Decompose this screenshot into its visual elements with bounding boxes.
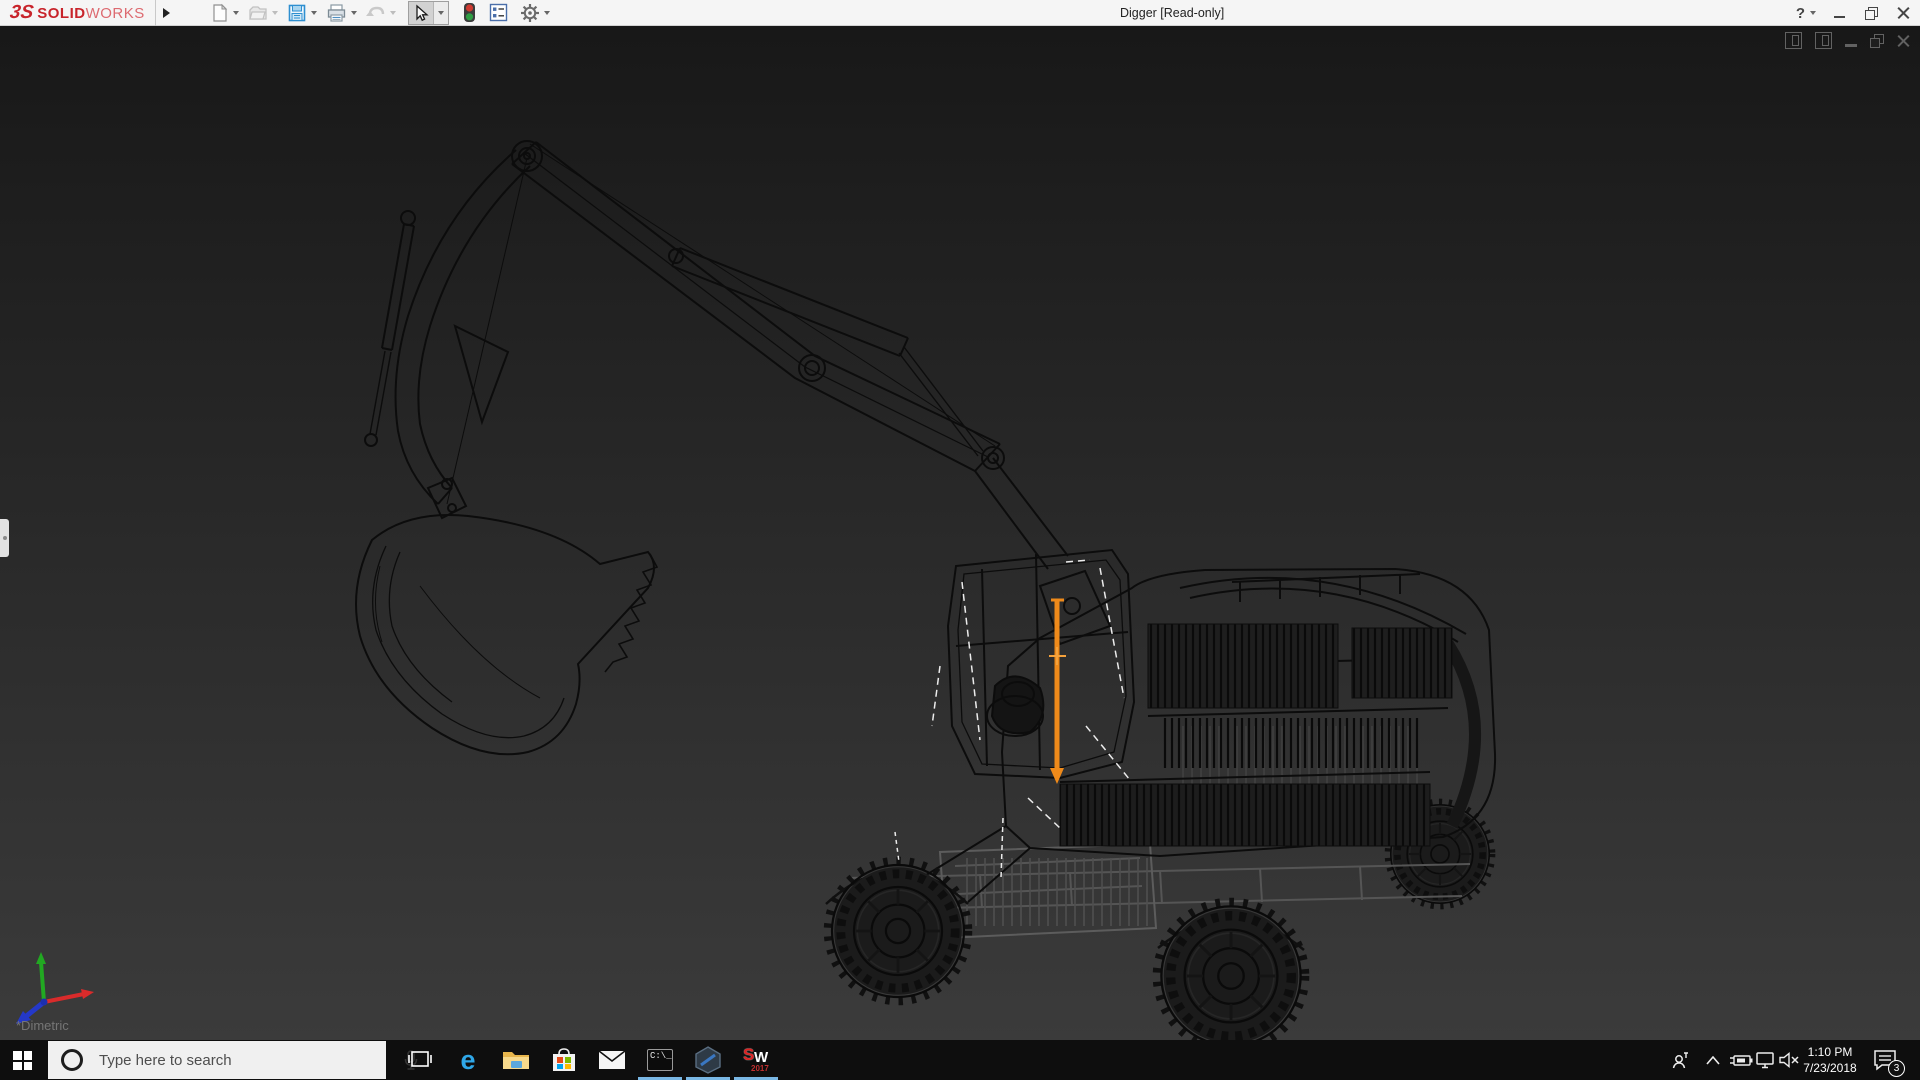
open-button[interactable] [248, 1, 278, 25]
edrawings-button[interactable] [692, 1044, 724, 1076]
undo-button[interactable] [366, 1, 396, 25]
restore-button[interactable] [1862, 4, 1880, 22]
view-orientation-label: *Dimetric [16, 1018, 69, 1033]
network-icon [1754, 1052, 1776, 1069]
power-status-button[interactable] [1728, 1040, 1754, 1080]
task-view-button[interactable] [404, 1044, 436, 1076]
undo-caret[interactable] [390, 11, 396, 15]
chevron-up-icon [1706, 1056, 1720, 1065]
menu-flyout-arrow[interactable] [163, 8, 170, 18]
close-button[interactable] [1894, 4, 1912, 22]
options-caret[interactable] [544, 11, 550, 15]
hidden-icons-button[interactable] [1702, 1040, 1724, 1080]
select-cursor-icon [412, 4, 430, 22]
excavator-wireframe [0, 26, 1920, 1040]
microsoft-store-icon [551, 1047, 577, 1073]
new-document-caret[interactable] [233, 11, 239, 15]
start-button[interactable] [13, 1051, 32, 1070]
tray-time: 1:10 PM [1798, 1044, 1862, 1060]
file-properties-icon [489, 3, 508, 22]
help-button[interactable]: ? [1796, 5, 1816, 22]
solidworks-logo: 3S SOLIDWORKS [10, 2, 145, 24]
rebuild-button[interactable] [463, 1, 476, 25]
cortana-icon [61, 1049, 83, 1071]
mail-icon [598, 1050, 626, 1070]
ds-mark: 3S [8, 2, 34, 24]
file-properties-button[interactable] [489, 1, 508, 25]
file-explorer-icon [502, 1048, 530, 1072]
search-input[interactable] [97, 1051, 331, 1070]
edge-button[interactable]: e [452, 1044, 484, 1076]
rebuild-traffic-light-icon [463, 2, 476, 23]
document-title: Digger [Read-only] [1120, 0, 1224, 26]
solidworks-window: 3S SOLIDWORKS [0, 0, 1920, 1080]
select-tool-caret[interactable] [433, 2, 448, 24]
network-button[interactable] [1752, 1040, 1778, 1080]
speaker-mute-icon [1778, 1052, 1800, 1068]
options-button[interactable] [520, 1, 550, 25]
people-button[interactable] [1668, 1040, 1694, 1080]
windows-taskbar: e C:\_ [0, 1040, 1920, 1080]
windows-logo-icon [13, 1051, 22, 1060]
command-prompt-button[interactable]: C:\_ [644, 1044, 676, 1076]
file-explorer-button[interactable] [500, 1044, 532, 1076]
help-caret[interactable] [1810, 11, 1816, 15]
save-caret[interactable] [311, 11, 317, 15]
gear-icon [520, 3, 540, 23]
battery-plug-icon [1729, 1053, 1753, 1067]
people-icon [1671, 1050, 1691, 1070]
edrawings-hexagon-icon [694, 1046, 722, 1074]
graphics-viewport[interactable]: *Dimetric [0, 26, 1920, 1040]
undo-icon [366, 3, 386, 23]
select-tool-button[interactable] [408, 1, 449, 25]
new-document-button[interactable] [210, 1, 239, 25]
toolbar-separator [155, 0, 156, 26]
minimize-button[interactable] [1830, 4, 1848, 22]
open-icon [248, 3, 268, 23]
edge-icon: e [460, 1047, 475, 1074]
print-button[interactable] [326, 1, 357, 25]
open-caret[interactable] [272, 11, 278, 15]
solidworks-2017-icon: S W 2017 [741, 1045, 771, 1075]
title-bar: 3S SOLIDWORKS [0, 0, 1920, 26]
task-view-icon [408, 1049, 432, 1071]
selected-sketch-line[interactable] [1049, 600, 1066, 784]
mail-button[interactable] [596, 1044, 628, 1076]
tray-date: 7/23/2018 [1798, 1060, 1862, 1076]
new-document-icon [210, 3, 229, 23]
taskbar-search[interactable] [48, 1041, 386, 1079]
print-caret[interactable] [351, 11, 357, 15]
solidworks-taskbar-button[interactable]: S W 2017 [740, 1044, 772, 1076]
store-button[interactable] [548, 1044, 580, 1076]
print-icon [326, 3, 347, 23]
notification-count-badge[interactable]: 3 [1888, 1060, 1905, 1077]
taskbar-clock[interactable]: 1:10 PM 7/23/2018 [1798, 1044, 1862, 1076]
command-prompt-icon: C:\_ [647, 1049, 673, 1071]
save-icon [287, 3, 307, 23]
save-button[interactable] [287, 1, 317, 25]
